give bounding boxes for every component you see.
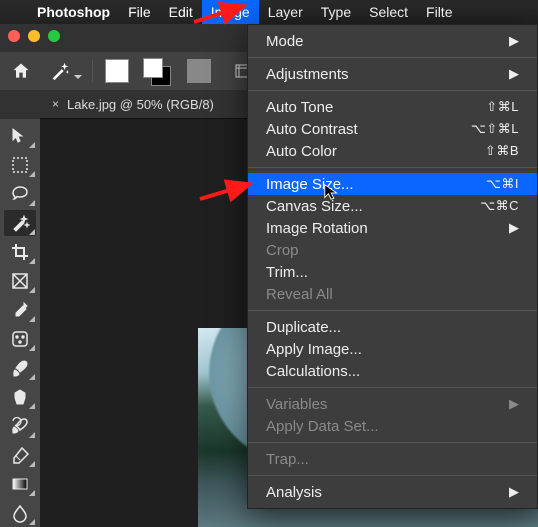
- menu-item-label: Calculations...: [266, 363, 519, 380]
- foreground-color-swatch[interactable]: [143, 58, 163, 78]
- menu-item-label: Apply Image...: [266, 341, 519, 358]
- marquee-tool[interactable]: [4, 152, 36, 178]
- menu-item-label: Image Size...: [266, 176, 486, 193]
- submenu-arrow-icon: ▶: [509, 66, 519, 82]
- menu-item-label: Adjustments: [266, 66, 501, 83]
- mac-menu-bar: Photoshop FileEditImageLayerTypeSelectFi…: [0, 0, 538, 24]
- sample-swatch[interactable]: [105, 59, 129, 83]
- menu-item-label: Duplicate...: [266, 319, 519, 336]
- image-menu-dropdown: Mode▶Adjustments▶Auto Tone⇧⌘LAuto Contra…: [247, 24, 538, 509]
- tool-preset-picker[interactable]: [40, 56, 80, 86]
- menu-item-label: Crop: [266, 242, 519, 259]
- menu-separator: [248, 57, 537, 58]
- menu-separator: [248, 442, 537, 443]
- healing-brush-tool[interactable]: [4, 326, 36, 352]
- menu-item-label: Apply Data Set...: [266, 418, 519, 435]
- menu-item-analysis[interactable]: Analysis ▶: [248, 481, 537, 503]
- magic-wand-tool[interactable]: [4, 210, 36, 236]
- menu-item-auto-tone[interactable]: Auto Tone⇧⌘L: [248, 96, 537, 118]
- menu-item-image-rotation[interactable]: Image Rotation ▶: [248, 217, 537, 239]
- close-tab-icon[interactable]: ×: [52, 97, 59, 111]
- menu-item-label: Trap...: [266, 451, 519, 468]
- document-tab-title: Lake.jpg @ 50% (RGB/8): [67, 97, 214, 112]
- document-tab-strip: × Lake.jpg @ 50% (RGB/8): [40, 90, 226, 118]
- submenu-arrow-icon: ▶: [509, 396, 519, 412]
- window-traffic-lights: [8, 30, 60, 42]
- menu-item-label: Auto Tone: [266, 99, 486, 116]
- fg-bg-swatch[interactable]: [143, 58, 169, 84]
- menu-item-label: Image Rotation: [266, 220, 501, 237]
- menu-separator: [248, 310, 537, 311]
- menu-item-label: Trim...: [266, 264, 519, 281]
- menu-item-duplicate[interactable]: Duplicate...: [248, 316, 537, 338]
- menu-item-auto-color[interactable]: Auto Color⇧⌘B: [248, 140, 537, 162]
- menu-select[interactable]: Select: [360, 0, 417, 24]
- menu-separator: [248, 387, 537, 388]
- eraser-tool[interactable]: [4, 442, 36, 468]
- window-close-button[interactable]: [8, 30, 20, 42]
- menu-item-canvas-size[interactable]: Canvas Size...⌥⌘C: [248, 195, 537, 217]
- menu-item-label: Variables: [266, 396, 501, 413]
- options-thumbnail[interactable]: [187, 59, 211, 83]
- crop-tool[interactable]: [4, 239, 36, 265]
- menu-separator: [248, 475, 537, 476]
- menu-item-mode[interactable]: Mode ▶: [248, 30, 537, 52]
- eyedropper-tool[interactable]: [4, 297, 36, 323]
- window-zoom-button[interactable]: [48, 30, 60, 42]
- submenu-arrow-icon: ▶: [509, 484, 519, 500]
- chevron-down-icon: [74, 75, 82, 83]
- menu-item-auto-contrast[interactable]: Auto Contrast⌥⇧⌘L: [248, 118, 537, 140]
- menu-file[interactable]: File: [119, 0, 160, 24]
- tool-panel: [0, 119, 40, 527]
- menu-edit[interactable]: Edit: [160, 0, 202, 24]
- history-brush-tool[interactable]: [4, 413, 36, 439]
- menu-item-apply-data-set: Apply Data Set...: [248, 415, 537, 437]
- clone-stamp-tool[interactable]: [4, 384, 36, 410]
- brush-tool[interactable]: [4, 355, 36, 381]
- menu-type[interactable]: Type: [312, 0, 360, 24]
- menu-item-shortcut: ⌥⇧⌘L: [471, 121, 519, 137]
- menu-item-shortcut: ⇧⌘B: [485, 143, 519, 159]
- menu-item-shortcut: ⌥⌘C: [480, 198, 519, 214]
- menu-item-variables: Variables ▶: [248, 393, 537, 415]
- menu-item-apply-image[interactable]: Apply Image...: [248, 338, 537, 360]
- menu-separator: [248, 90, 537, 91]
- window-minimize-button[interactable]: [28, 30, 40, 42]
- menu-item-label: Auto Color: [266, 143, 485, 160]
- gradient-tool[interactable]: [4, 471, 36, 497]
- menu-item-trap: Trap...: [248, 448, 537, 470]
- menu-item-trim[interactable]: Trim...: [248, 261, 537, 283]
- menu-item-shortcut: ⇧⌘L: [486, 99, 519, 115]
- menu-image[interactable]: Image: [202, 0, 259, 24]
- app-name[interactable]: Photoshop: [28, 0, 119, 24]
- document-tab[interactable]: × Lake.jpg @ 50% (RGB/8): [40, 97, 226, 112]
- menu-item-label: Analysis: [266, 484, 501, 501]
- menu-item-label: Auto Contrast: [266, 121, 471, 138]
- menu-item-calculations[interactable]: Calculations...: [248, 360, 537, 382]
- menu-item-crop: Crop: [248, 239, 537, 261]
- menu-item-reveal-all: Reveal All: [248, 283, 537, 305]
- menu-item-image-size[interactable]: Image Size...⌥⌘I: [248, 173, 537, 195]
- menu-item-shortcut: ⌥⌘I: [486, 176, 519, 192]
- menu-filte[interactable]: Filte: [417, 0, 461, 24]
- menu-item-adjustments[interactable]: Adjustments ▶: [248, 63, 537, 85]
- home-icon[interactable]: [6, 56, 36, 86]
- menu-item-label: Reveal All: [266, 286, 519, 303]
- move-tool[interactable]: [4, 123, 36, 149]
- menu-item-label: Canvas Size...: [266, 198, 480, 215]
- lasso-tool[interactable]: [4, 181, 36, 207]
- menu-item-label: Mode: [266, 33, 501, 50]
- submenu-arrow-icon: ▶: [509, 33, 519, 49]
- frame-tool[interactable]: [4, 268, 36, 294]
- menu-layer[interactable]: Layer: [259, 0, 312, 24]
- menu-separator: [248, 167, 537, 168]
- submenu-arrow-icon: ▶: [509, 220, 519, 236]
- blur-tool[interactable]: [4, 500, 36, 526]
- divider: [92, 60, 93, 82]
